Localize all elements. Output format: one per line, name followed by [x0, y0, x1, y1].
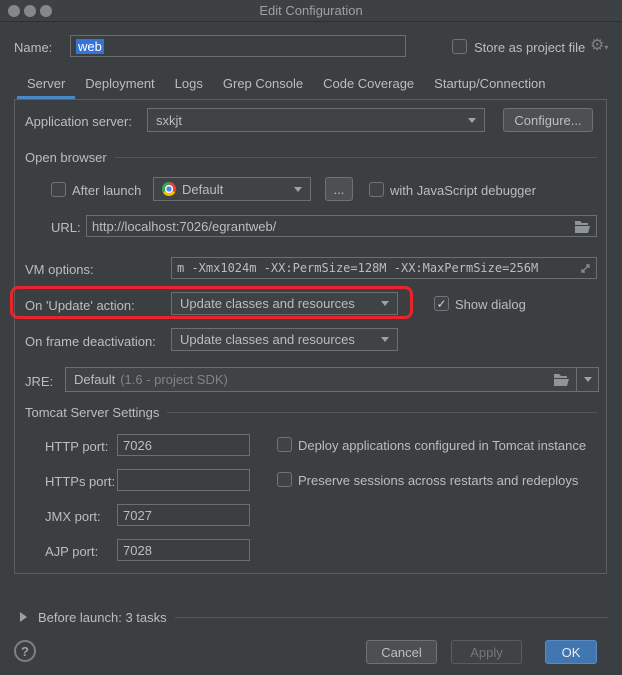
on-frame-deactivation-label: On frame deactivation: — [25, 334, 156, 349]
application-server-label: Application server: — [25, 114, 132, 129]
jmx-port-input[interactable]: 7027 — [117, 504, 250, 526]
tab-code-coverage[interactable]: Code Coverage — [313, 70, 424, 99]
cancel-button[interactable]: Cancel — [366, 640, 437, 664]
application-server-select[interactable]: sxkjt — [147, 108, 485, 132]
browser-select[interactable]: Default — [153, 177, 311, 201]
title-bar: Edit Configuration — [0, 0, 622, 22]
name-input[interactable]: web — [70, 35, 406, 57]
chevron-down-icon — [381, 301, 389, 306]
tab-server[interactable]: Server — [17, 70, 75, 99]
http-port-value: 7026 — [123, 438, 152, 453]
after-launch-label: After launch — [72, 183, 141, 198]
store-as-project-file-label: Store as project file — [474, 40, 585, 55]
tab-startup-connection[interactable]: Startup/Connection — [424, 70, 555, 99]
chrome-browser-icon — [162, 182, 176, 196]
folder-icon[interactable] — [575, 220, 591, 233]
section-divider — [115, 157, 597, 158]
on-update-action-label: On 'Update' action: — [25, 298, 135, 313]
name-label: Name: — [14, 40, 52, 55]
chevron-down-icon — [468, 118, 476, 123]
https-port-label: HTTPs port: — [45, 474, 115, 489]
edit-configuration-dialog: Edit Configuration Name: web Store as pr… — [0, 0, 622, 675]
tab-logs[interactable]: Logs — [165, 70, 213, 99]
jre-detail: (1.6 - project SDK) — [120, 372, 228, 387]
tab-deployment[interactable]: Deployment — [75, 70, 164, 99]
tab-grep-console[interactable]: Grep Console — [213, 70, 313, 99]
tomcat-settings-label: Tomcat Server Settings — [25, 405, 159, 420]
application-server-value: sxkjt — [156, 113, 182, 128]
show-dialog-label: Show dialog — [455, 297, 526, 312]
gear-icon[interactable]: ⚙▾ — [590, 38, 608, 54]
show-dialog-checkbox[interactable]: ✓ — [434, 296, 449, 311]
apply-button[interactable]: Apply — [451, 640, 522, 664]
ajp-port-label: AJP port: — [45, 544, 98, 559]
window-title: Edit Configuration — [0, 0, 622, 22]
vm-options-input[interactable]: m -Xmx1024m -XX:PermSize=128M -XX:MaxPer… — [171, 257, 597, 279]
http-port-input[interactable]: 7026 — [117, 434, 250, 456]
browser-value: Default — [182, 182, 223, 197]
ajp-port-input[interactable]: 7028 — [117, 539, 250, 561]
checkmark-icon: ✓ — [436, 298, 446, 310]
url-label: URL: — [51, 220, 81, 235]
url-value: http://localhost:7026/egrantweb/ — [92, 219, 276, 234]
url-input[interactable]: http://localhost:7026/egrantweb/ — [86, 215, 597, 237]
jre-label: JRE: — [25, 374, 53, 389]
before-launch-label: Before launch: 3 tasks — [38, 610, 167, 625]
vm-options-value: m -Xmx1024m -XX:PermSize=128M -XX:MaxPer… — [177, 261, 538, 275]
on-update-action-select[interactable]: Update classes and resources — [171, 292, 398, 315]
jmx-port-label: JMX port: — [45, 509, 101, 524]
chevron-down-icon — [584, 377, 592, 382]
http-port-label: HTTP port: — [45, 439, 108, 454]
js-debugger-label: with JavaScript debugger — [390, 183, 536, 198]
tomcat-settings-section: Tomcat Server Settings — [25, 405, 597, 420]
after-launch-checkbox[interactable] — [51, 182, 66, 197]
ajp-port-value: 7028 — [123, 543, 152, 558]
deploy-applications-checkbox[interactable] — [277, 437, 292, 452]
open-browser-section-label: Open browser — [25, 150, 107, 165]
folder-icon[interactable] — [554, 373, 570, 386]
on-frame-deactivation-select[interactable]: Update classes and resources — [171, 328, 398, 351]
chevron-down-icon — [294, 187, 302, 192]
store-as-project-file-checkbox[interactable] — [452, 39, 467, 54]
preserve-sessions-label: Preserve sessions across restarts and re… — [298, 473, 578, 488]
jre-dropdown-button[interactable] — [577, 377, 598, 382]
jre-value: Default — [74, 372, 115, 387]
vm-options-label: VM options: — [25, 262, 94, 277]
expand-editor-icon[interactable] — [580, 263, 591, 274]
help-button[interactable]: ? — [14, 640, 36, 662]
on-update-action-value: Update classes and resources — [180, 296, 355, 311]
tab-bar: Server Deployment Logs Grep Console Code… — [17, 70, 555, 99]
deploy-applications-label: Deploy applications configured in Tomcat… — [298, 438, 586, 453]
js-debugger-checkbox[interactable] — [369, 182, 384, 197]
name-value: web — [76, 39, 104, 54]
section-divider — [175, 617, 608, 618]
on-frame-deactivation-value: Update classes and resources — [180, 332, 355, 347]
https-port-input[interactable] — [117, 469, 250, 491]
ok-button[interactable]: OK — [545, 640, 597, 664]
jmx-port-value: 7027 — [123, 508, 152, 523]
configure-button[interactable]: Configure... — [503, 108, 593, 132]
open-browser-section: Open browser — [25, 150, 597, 165]
section-divider — [167, 412, 597, 413]
browser-more-button[interactable]: ... — [325, 177, 353, 201]
disclosure-triangle-icon[interactable] — [20, 612, 27, 622]
before-launch-row[interactable]: Before launch: 3 tasks — [38, 610, 608, 625]
chevron-down-icon — [381, 337, 389, 342]
preserve-sessions-checkbox[interactable] — [277, 472, 292, 487]
jre-select[interactable]: Default (1.6 - project SDK) — [65, 367, 599, 392]
